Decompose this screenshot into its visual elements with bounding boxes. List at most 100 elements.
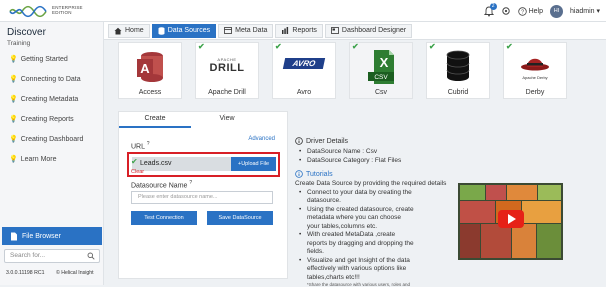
datasource-tile-csv[interactable]: ✔ X CSV Csv [349, 42, 413, 99]
bulb-icon: 💡 [9, 156, 18, 163]
driver-details-title: Driver Details [306, 137, 349, 145]
help-icon: ? [517, 6, 527, 16]
nav-home-label: Home [125, 27, 144, 34]
info-icon [295, 170, 303, 178]
chevron-down-icon: ▾ [594, 8, 600, 15]
bulb-icon: 💡 [9, 96, 18, 103]
sidebar-item-label: Connecting to Data [20, 75, 81, 83]
test-connection-button[interactable]: Test Connection [131, 211, 197, 225]
sidebar-item-creating-metadata[interactable]: 💡 Creating Metadata [9, 94, 78, 104]
search-icon[interactable] [87, 252, 95, 260]
nav-home[interactable]: Home [108, 23, 150, 38]
upload-file-label: Upload File [241, 161, 270, 167]
video-thumbnail [458, 183, 563, 260]
dashboard-icon [331, 27, 339, 34]
database-icon [158, 26, 165, 35]
url-field-highlight: ✔ Leads.csv +Upload File [127, 152, 280, 177]
sidebar-item-getting-started[interactable]: 💡 Getting Started [9, 54, 68, 64]
help-label: Help [528, 7, 544, 15]
helical-insight-logo[interactable] [8, 4, 48, 19]
clear-link[interactable]: Clear [131, 169, 144, 175]
sidebar-item-connecting-to-data[interactable]: 💡 Connecting to Data [9, 74, 81, 84]
tutorial-item: Connect to your data by creating the dat… [295, 189, 415, 206]
datasource-tile-access[interactable]: A Access [118, 42, 182, 99]
datasource-tile-avro[interactable]: ✔ AVRO Avro [272, 42, 336, 99]
url-label-text: URL [131, 143, 145, 151]
datasource-tile-derby[interactable]: ✔ Apache Derby Derby [503, 42, 567, 99]
check-icon: ✔ [429, 42, 436, 51]
tutorials-list: Connect to your data by creating the dat… [295, 189, 415, 283]
metadata-icon [224, 27, 233, 34]
file-search-input[interactable]: Search for... [4, 249, 100, 263]
bulb-icon: 💡 [9, 76, 18, 83]
notification-bell-icon[interactable]: 2 [483, 2, 497, 17]
file-browser-button[interactable]: File Browser [2, 227, 102, 245]
datasource-label: Csv [374, 89, 388, 96]
datasource-name-label: Datasource Name ? [131, 180, 192, 189]
top-bar: ENTERPRISE EDITION 2 ? Help HI hiadmin ▾ [0, 0, 606, 22]
settings-icon[interactable] [501, 6, 511, 16]
datasource-tiles: A Access ✔ APACHE DRILL Apache Drill ✔ A… [118, 42, 606, 99]
nav-meta-data-label: Meta Data [235, 27, 268, 34]
check-icon: ✔ [198, 42, 205, 51]
advanced-link[interactable]: Advanced [248, 136, 275, 142]
sidebar-subtitle: Training [7, 40, 31, 47]
nav-reports-label: Reports [292, 27, 317, 34]
check-icon: ✔ [131, 157, 138, 166]
tutorials-link[interactable]: Tutorials [295, 170, 480, 178]
help-icon[interactable]: ? [189, 180, 192, 186]
sidebar-item-label: Creating Dashboard [20, 135, 84, 143]
nav-dashboard-designer[interactable]: Dashboard Designer [324, 23, 413, 38]
url-label: URL ? [131, 141, 149, 150]
driver-details-list: DataSource Name : Csv DataSource Categor… [295, 148, 480, 165]
help-link[interactable]: ? Help [517, 6, 544, 16]
sidebar-item-learn-more[interactable]: 💡 Learn More [9, 154, 57, 164]
sidebar-item-creating-dashboard[interactable]: 💡 Creating Dashboard [9, 134, 83, 144]
tutorial-video[interactable] [458, 183, 563, 260]
svg-text:?: ? [521, 9, 524, 15]
derby-logo-text: Apache Derby [522, 75, 548, 80]
sidebar-title: Discover [7, 27, 46, 38]
driver-detail-item: DataSource Category : Flat Files [295, 157, 480, 166]
user-name: hiadmin [570, 8, 595, 15]
datasource-name-input[interactable]: Please enter datasource name... [131, 191, 273, 204]
tab-view[interactable]: View [191, 112, 263, 128]
nav-meta-data[interactable]: Meta Data [218, 23, 274, 38]
check-icon: ✔ [506, 42, 513, 51]
datasource-tile-cubrid[interactable]: ✔ Cubrid [426, 42, 490, 99]
file-browser-label: File Browser [22, 232, 61, 240]
bulb-icon: 💡 [9, 56, 18, 63]
datasource-label: Cubrid [447, 89, 469, 96]
datasource-tile-apache-drill[interactable]: ✔ APACHE DRILL Apache Drill [195, 42, 259, 99]
avro-logo-icon: AVRO [282, 58, 326, 69]
tutorial-item: Visualize and get Insight of the data ef… [295, 257, 415, 283]
datasource-label: Access [138, 89, 162, 96]
datasource-label: Derby [525, 89, 545, 96]
avatar[interactable]: HI [550, 4, 564, 18]
sidebar-item-creating-reports[interactable]: 💡 Creating Reports [9, 114, 74, 124]
check-icon: ✔ [275, 42, 282, 51]
csv-logo-icon: X CSV [368, 50, 394, 84]
driver-details-header: Driver Details [295, 137, 480, 145]
nav-reports[interactable]: Reports [275, 23, 323, 38]
tutorial-item: With created MetaData ,create reports by… [295, 231, 415, 257]
tutorials-intro: Create Data Source by providing the requ… [295, 180, 447, 187]
help-icon[interactable]: ? [147, 141, 150, 147]
tutorial-item: Using the created datasource, create met… [295, 206, 415, 232]
svg-text:A: A [140, 61, 150, 76]
upload-file-button[interactable]: +Upload File [231, 157, 276, 171]
tab-create[interactable]: Create [119, 112, 191, 128]
logo-line-2: EDITION [52, 10, 72, 15]
apache-drill-logo-line-2: DRILL [209, 62, 245, 74]
datasource-name-label-text: Datasource Name [131, 182, 188, 190]
sidebar-item-label: Creating Metadata [20, 95, 79, 103]
nav-data-sources[interactable]: Data Sources [151, 23, 217, 38]
datasource-form-card: Create View Advanced URL ? ✔ Leads.csv +… [118, 111, 288, 279]
logo-text: ENTERPRISE EDITION [52, 5, 83, 15]
nav-data-sources-label: Data Sources [167, 27, 211, 34]
save-datasource-button[interactable]: Save DataSource [207, 211, 273, 225]
bulb-icon: 💡 [9, 116, 18, 123]
company-label: © Helical Insight [56, 270, 94, 276]
search-placeholder: Search for... [10, 252, 46, 259]
user-menu[interactable]: hiadmin ▾ [570, 7, 600, 15]
